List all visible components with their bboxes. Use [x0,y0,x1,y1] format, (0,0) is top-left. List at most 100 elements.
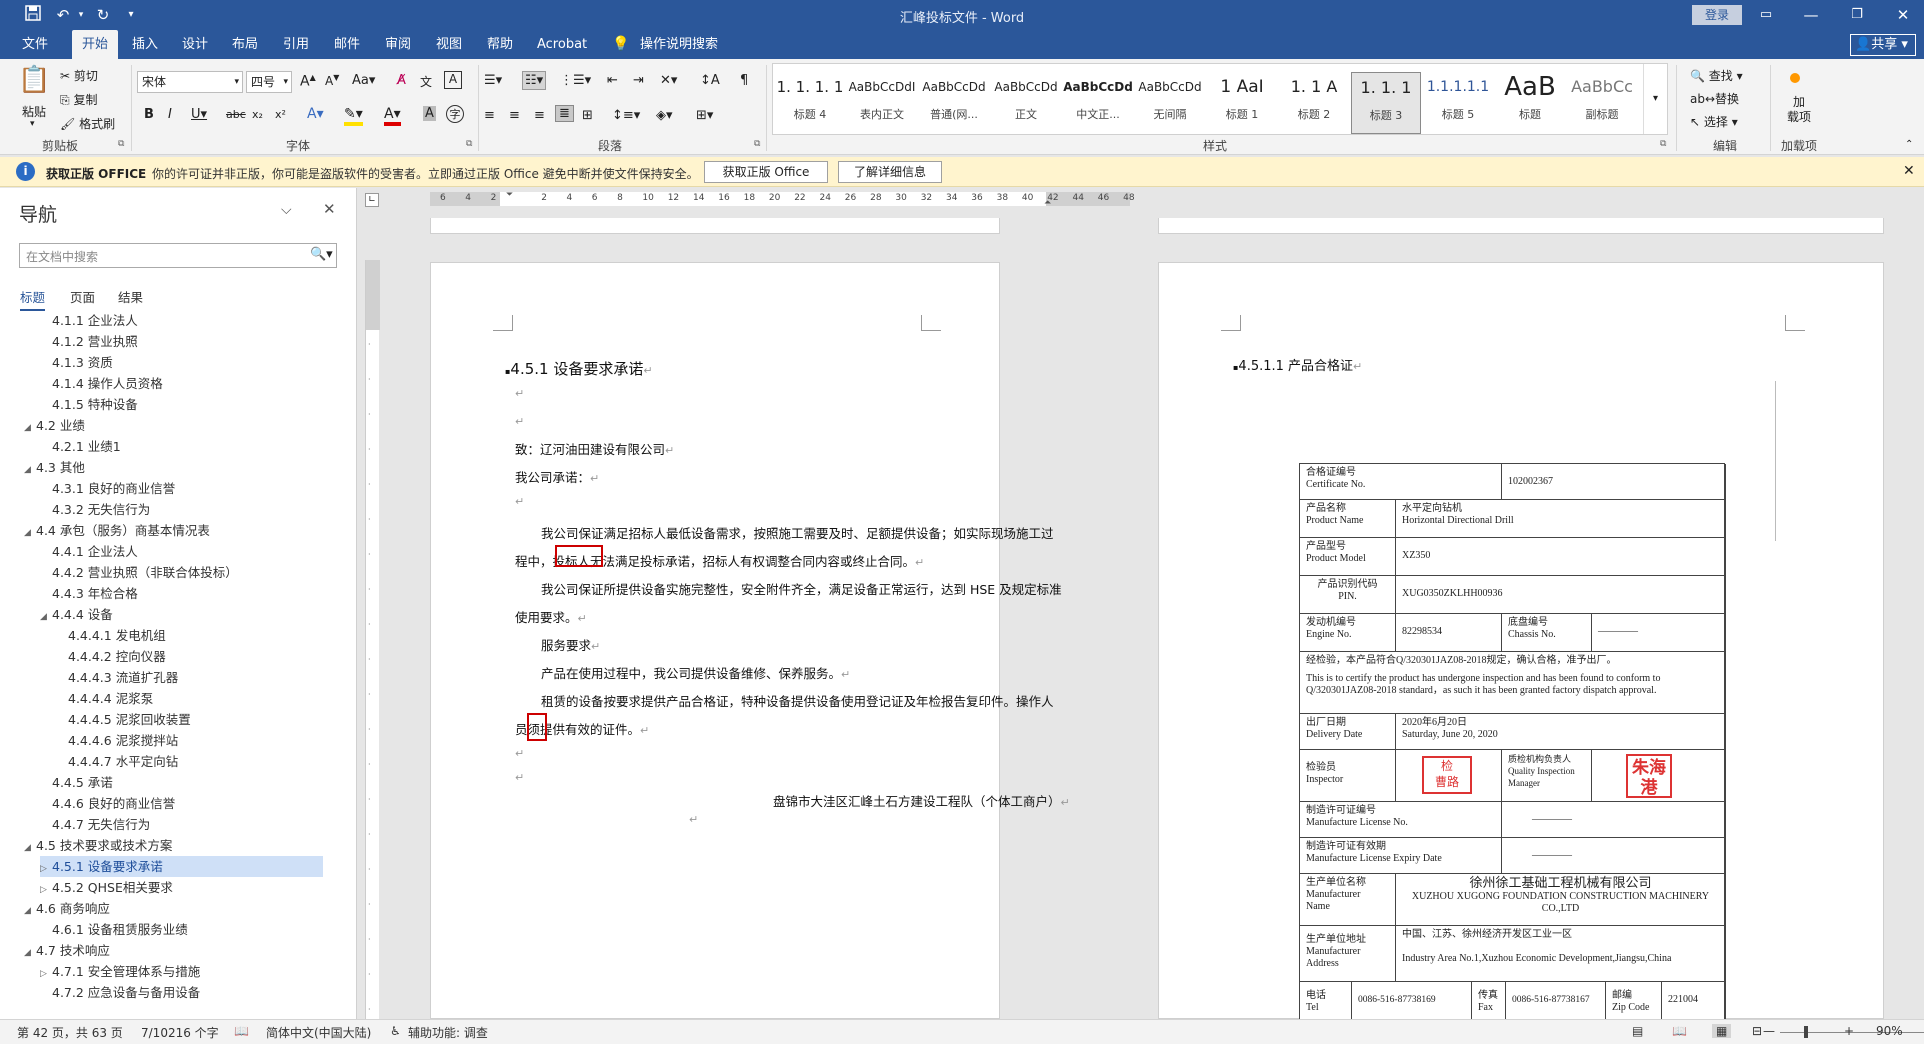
bold-button[interactable]: B [144,107,154,122]
expand-toggle-icon[interactable]: ◢ [24,838,36,859]
bullets-icon[interactable]: ☰▾ [484,73,502,88]
nav-options-icon[interactable]: ⌵ [281,202,292,218]
styles-launcher-icon[interactable]: ⧉ [1660,139,1666,149]
nav-heading-item[interactable]: 4.4.4.4 泥浆泵 [56,688,323,709]
tab-insert[interactable]: 插入 [122,30,168,59]
nav-heading-item[interactable]: 4.4.4.7 水平定向钻 [56,751,323,772]
tab-review[interactable]: 审阅 [375,30,421,59]
cut-button[interactable]: ✂ 剪切 [60,67,98,84]
shading-icon[interactable]: ◈▾ [656,108,673,123]
style-heading-5[interactable]: 1.1.1.1.1 标题 5 [1423,72,1493,134]
nav-heading-item[interactable]: ▷ 4.5.1 设备要求承诺 [40,856,323,877]
tab-home[interactable]: 开始 [72,30,119,59]
select-button[interactable]: ↖ 选择 ▾ [1690,113,1738,130]
tab-references[interactable]: 引用 [273,30,319,59]
expand-toggle-icon[interactable]: ◢ [24,523,36,544]
align-right-icon[interactable]: ≡ [534,108,545,123]
get-genuine-button[interactable]: 获取正版 Office [704,161,828,183]
font-color-icon[interactable]: A▾ [384,106,401,126]
nav-heading-item[interactable]: 4.4.4.1 发电机组 [56,625,323,646]
distribute-icon[interactable]: ⊞ [582,108,593,123]
nav-heading-item[interactable]: 4.1.5 特种设备 [40,394,323,415]
nav-heading-item[interactable]: 4.1.2 营业执照 [40,331,323,352]
decrease-indent-icon[interactable]: ⇤ [607,73,618,88]
minimize-icon[interactable]: — [1800,5,1822,25]
chinese-layout-icon[interactable]: ✕▾ [660,73,677,88]
nav-heading-item[interactable]: 4.2.1 业绩1 [40,436,323,457]
read-mode-icon[interactable]: 📖 [1672,1024,1687,1038]
nav-heading-item[interactable]: 4.1.3 资质 [40,352,323,373]
expand-toggle-icon[interactable]: ◢ [24,460,36,481]
tab-layout[interactable]: 布局 [222,30,268,59]
nav-heading-item[interactable]: ◢ 4.3 其他 [24,457,323,478]
char-shading-icon[interactable]: A [423,106,436,121]
char-border-icon[interactable]: A [444,71,462,89]
nav-heading-item[interactable]: 4.4.2 营业执照（非联合体投标） [40,562,323,583]
subscript-button[interactable]: x₂ [252,108,263,121]
style-title[interactable]: AaB 标题 [1495,72,1565,134]
change-case-icon[interactable]: Aa▾ [352,73,375,88]
underline-button[interactable]: U▾ [191,107,207,122]
nav-heading-item[interactable]: ◢ 4.6 商务响应 [24,898,323,919]
highlight-icon[interactable]: ✎▾ [344,106,363,126]
nav-heading-item[interactable]: 4.4.4.3 流道扩孔器 [56,667,323,688]
expand-toggle-icon[interactable]: ◢ [40,607,52,628]
web-layout-icon[interactable]: ⊟ [1752,1024,1762,1038]
close-infobar-icon[interactable]: ✕ [1903,163,1915,179]
paste-icon[interactable]: 📋 [18,65,50,101]
align-center-icon[interactable]: ≡ [509,108,520,123]
expand-toggle-icon[interactable]: ◢ [24,901,36,922]
text-effects-icon[interactable]: A▾ [307,106,324,122]
tab-acrobat[interactable]: Acrobat [527,30,597,59]
font-size-select[interactable]: 四号 ▾ [246,71,292,93]
nav-heading-item[interactable]: 4.1.4 操作人员资格 [40,373,323,394]
tab-mailings[interactable]: 邮件 [324,30,370,59]
collapse-ribbon-icon[interactable]: ⌃ [1905,139,1913,150]
zoom-in-icon[interactable]: + [1844,1024,1854,1038]
login-button[interactable]: 登录 [1692,5,1742,25]
nav-heading-item[interactable]: 4.6.1 设备租赁服务业绩 [40,919,323,940]
style-table-body[interactable]: AaBbCcDdI 表内正文 [847,72,917,134]
tell-me-search[interactable]: 操作说明搜索 [630,30,728,59]
print-layout-icon[interactable]: ▦ [1712,1024,1732,1038]
style-heading-4[interactable]: 1. 1. 1. 1 标题 4 [775,72,845,134]
accessibility-status[interactable]: 辅助功能: 调查 [408,1024,488,1041]
font-launcher-icon[interactable]: ⧉ [466,139,472,149]
clipboard-launcher-icon[interactable]: ⧉ [118,139,124,149]
search-icon[interactable]: 🔍▾ [310,247,333,262]
nav-heading-item[interactable]: ◢ 4.2 业绩 [24,415,323,436]
zoom-slider-thumb[interactable] [1804,1026,1808,1038]
expand-toggle-icon[interactable]: ◢ [24,943,36,964]
nav-heading-item[interactable]: 4.4.3 年检合格 [40,583,323,604]
shrink-font-icon[interactable]: A▼ [325,73,339,88]
nav-heading-item[interactable]: ◢ 4.4.4 设备 [40,604,323,625]
style-no-spacing[interactable]: AaBbCcDd 无间隔 [1135,72,1205,134]
addins-icon[interactable] [1790,73,1800,83]
style-subtitle[interactable]: AaBbCc 副标题 [1567,72,1637,134]
share-button[interactable]: 👤共享 ▾ [1850,34,1916,56]
nav-tab-pages[interactable]: 页面 [70,287,95,306]
indent-marker-icon[interactable]: ⏷ [506,190,513,200]
nav-heading-item[interactable]: 4.1.1 企业法人 [40,310,323,331]
nav-heading-item[interactable]: 4.7.2 应急设备与备用设备 [40,982,323,1003]
nav-heading-item[interactable]: 4.3.1 良好的商业信誉 [40,478,323,499]
nav-heading-item[interactable]: 4.4.4.6 泥浆搅拌站 [56,730,323,751]
grow-font-icon[interactable]: A▲ [300,73,316,90]
nav-heading-item[interactable]: 4.4.7 无失信行为 [40,814,323,835]
right-indent-marker-icon[interactable]: ⏶ [1044,198,1051,208]
phonetic-guide-icon[interactable]: 文 [420,73,432,90]
learn-more-button[interactable]: 了解详细信息 [838,161,942,183]
borders-icon[interactable]: ⊞▾ [696,108,713,123]
tab-design[interactable]: 设计 [172,30,218,59]
zoom-level[interactable]: 90% [1876,1024,1903,1038]
page-count[interactable]: 第 42 页，共 63 页 [17,1024,123,1041]
nav-heading-item[interactable]: ◢ 4.5 技术要求或技术方案 [24,835,323,856]
copy-button[interactable]: ⎘ 复制 [60,91,97,108]
nav-heading-item[interactable]: ◢ 4.4 承包（服务）商基本情况表 [24,520,323,541]
tab-selector-icon[interactable]: ∟ [365,193,379,207]
tab-view[interactable]: 视图 [426,30,472,59]
document-page-left[interactable]: ▪4.5.1 设备要求承诺↵ ↵ ↵ 致：辽河油田建设有限公司↵ 我公司承诺：↵… [430,262,1070,1019]
numbering-icon[interactable]: ☷▾ [522,71,547,90]
tab-file[interactable]: 文件 [12,30,58,59]
nav-heading-item[interactable]: 4.4.4.5 泥浆回收装置 [56,709,323,730]
